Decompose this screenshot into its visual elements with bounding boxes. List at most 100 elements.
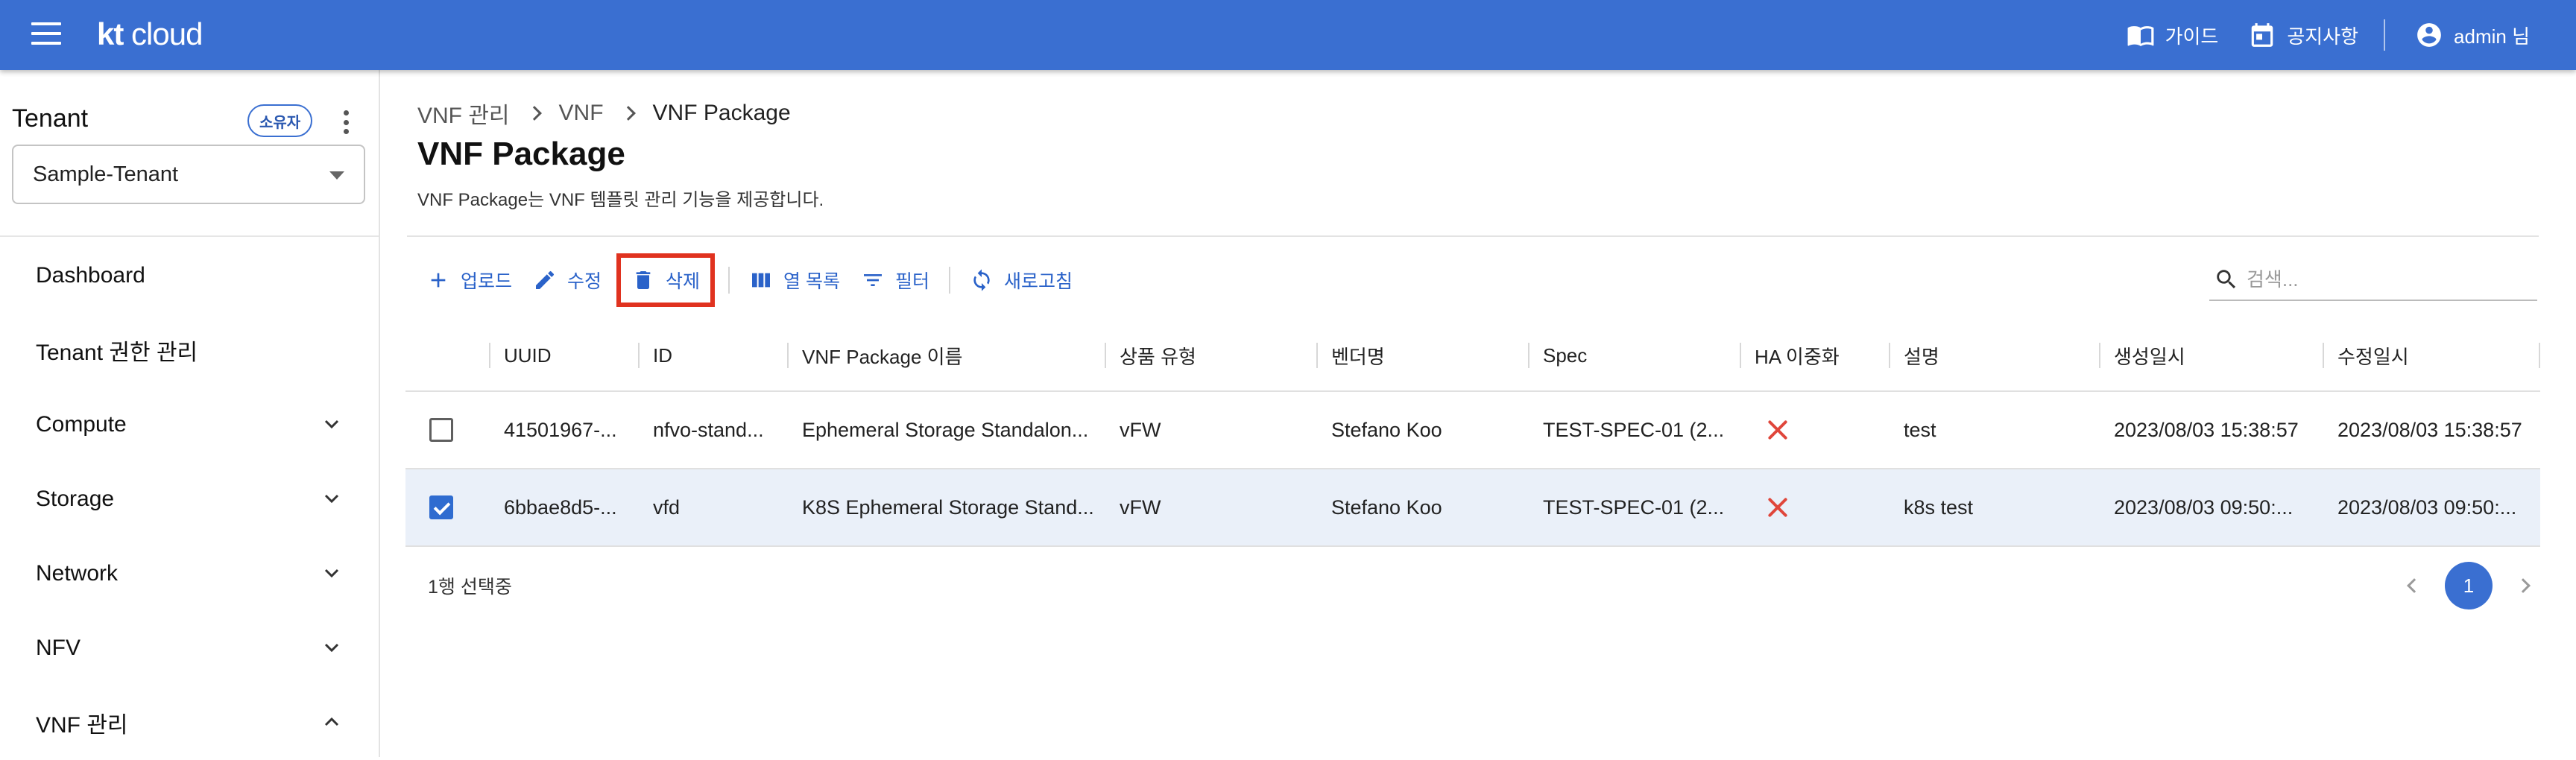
refresh-label: 새로고침 <box>1004 271 1073 292</box>
column-header-package-name[interactable]: VNF Package 이름 <box>802 320 962 390</box>
guide-link[interactable]: 가이드 <box>2127 21 2219 49</box>
top-app-bar: kt cloud 가이드 공지사항 admin 님 <box>0 0 2576 70</box>
column-separator <box>2539 343 2540 368</box>
chevron-down-icon <box>324 494 339 504</box>
column-separator <box>489 343 490 368</box>
column-header-uuid[interactable]: UUID <box>504 320 552 390</box>
chevron-right-icon <box>620 106 636 121</box>
filter-label: 필터 <box>895 271 930 292</box>
cell-description: k8s test <box>1904 495 1974 519</box>
chevron-left-icon[interactable] <box>2407 578 2422 593</box>
column-separator <box>2323 343 2324 368</box>
row-checkbox-checked[interactable] <box>429 495 453 519</box>
notice-label: 공지사항 <box>2287 25 2359 48</box>
column-separator <box>1740 343 1741 368</box>
delete-button[interactable]: 삭제 <box>616 253 716 307</box>
filter-button[interactable]: 필터 <box>850 256 940 304</box>
sidebar-item-storage[interactable]: Storage <box>0 462 379 536</box>
chevron-down-icon <box>324 643 339 653</box>
cell-id: nfvo-stand... <box>653 418 764 441</box>
column-header-vendor[interactable]: 벤더명 <box>1331 320 1385 390</box>
page-title: VNF Package <box>417 136 625 172</box>
sidebar-item-label: Compute <box>36 412 127 437</box>
column-separator <box>1889 343 1890 368</box>
breadcrumb-current: VNF Package <box>652 101 791 125</box>
toolbar: 업로드 수정 삭제 열 목록 필터 새로고침 <box>416 253 1083 307</box>
cell-uuid: 6bbae8d5-... <box>504 495 617 519</box>
upload-button[interactable]: 업로드 <box>416 256 523 304</box>
search-field[interactable] <box>2209 259 2537 301</box>
sidebar-item-nfv[interactable]: NFV <box>0 611 379 685</box>
row-checkbox[interactable] <box>429 418 453 442</box>
cell-spec: TEST-SPEC-01 (2... <box>1543 495 1725 519</box>
sidebar-item-compute[interactable]: Compute <box>0 387 379 462</box>
breadcrumb-item[interactable]: VNF 관리 <box>417 97 510 130</box>
cell-id: vfd <box>653 495 681 519</box>
sidebar-item-vnf-management[interactable]: VNF 관리 <box>0 685 379 760</box>
pencil-icon <box>536 270 555 289</box>
more-vert-icon[interactable] <box>335 107 356 137</box>
page-description: VNF Package는 VNF 템플릿 관리 기능을 제공합니다. <box>417 190 824 210</box>
table-footer: 1행 선택중 1 <box>405 547 2540 624</box>
search-icon <box>2217 270 2236 289</box>
tenant-select-value: Sample-Tenant <box>33 162 179 186</box>
menu-icon[interactable] <box>31 22 61 48</box>
column-header-modified[interactable]: 수정일시 <box>2337 320 2409 390</box>
filter-list-icon <box>864 274 882 286</box>
table-header: UUID ID VNF Package 이름 상품 유형 벤더명 Spec HA… <box>405 320 2540 392</box>
cell-ha <box>1767 392 1789 468</box>
dropdown-arrow-icon <box>329 171 344 180</box>
tenant-header: Tenant 소유자 <box>12 104 370 142</box>
column-header-product-type[interactable]: 상품 유형 <box>1120 320 1196 390</box>
column-header-id[interactable]: ID <box>653 320 672 390</box>
selection-count: 1행 선택중 <box>428 577 512 598</box>
kt-cloud-logo[interactable]: kt cloud <box>97 16 203 52</box>
cell-created: 2023/08/03 09:50:... <box>2114 495 2294 519</box>
sidebar-item-label: Tenant 권한 관리 <box>36 341 198 365</box>
pagination: 1 <box>2407 547 2531 624</box>
sidebar-item-network[interactable]: Network <box>0 536 379 611</box>
user-label: admin 님 <box>2454 25 2530 48</box>
guide-label: 가이드 <box>2165 25 2219 48</box>
cell-created: 2023/08/03 15:38:57 <box>2114 418 2299 441</box>
column-header-spec[interactable]: Spec <box>1543 320 1587 390</box>
edit-button[interactable]: 수정 <box>523 256 612 304</box>
close-icon <box>1767 496 1789 519</box>
breadcrumb: VNF 관리 VNF VNF Package <box>417 97 791 130</box>
column-separator <box>1528 343 1530 368</box>
columns-button[interactable]: 열 목록 <box>739 256 850 304</box>
tenant-select[interactable]: Sample-Tenant <box>12 145 365 204</box>
notice-link[interactable]: 공지사항 <box>2248 21 2358 49</box>
close-icon <box>1767 419 1789 441</box>
chevron-right-icon <box>526 106 542 121</box>
chevron-down-icon <box>324 419 339 429</box>
user-menu[interactable]: admin 님 <box>2415 21 2530 49</box>
sidebar-item-label: Dashboard <box>36 263 145 288</box>
sidebar-item-tenant-permissions[interactable]: Tenant 권한 관리 <box>0 313 379 387</box>
sidebar-item-label: Storage <box>36 487 115 511</box>
chevron-down-icon <box>324 569 339 578</box>
table-row[interactable]: 41501967-... nfvo-stand... Ephemeral Sto… <box>405 392 2540 469</box>
refresh-button[interactable]: 새로고침 <box>959 256 1083 304</box>
column-separator <box>787 343 789 368</box>
cell-uuid: 41501967-... <box>504 418 617 441</box>
upload-label: 업로드 <box>461 271 513 292</box>
sidebar-item-dashboard[interactable]: Dashboard <box>0 238 379 313</box>
delete-label: 삭제 <box>666 271 701 292</box>
account-circle-icon <box>2417 23 2441 47</box>
chevron-right-icon[interactable] <box>2516 578 2531 593</box>
page-number-button[interactable]: 1 <box>2445 562 2493 609</box>
owner-badge[interactable]: 소유자 <box>247 104 313 137</box>
row-checkbox-cell <box>429 469 453 545</box>
column-header-ha[interactable]: HA 이중화 <box>1755 320 1840 390</box>
cell-product-type: vFW <box>1120 418 1161 441</box>
search-input[interactable] <box>2247 267 2530 291</box>
column-header-created[interactable]: 생성일시 <box>2114 320 2185 390</box>
breadcrumb-item[interactable]: VNF <box>559 101 604 126</box>
table-row[interactable]: 6bbae8d5-... vfd K8S Ephemeral Storage S… <box>405 469 2540 547</box>
column-header-description[interactable]: 설명 <box>1904 320 1939 390</box>
chevron-up-icon <box>324 717 339 726</box>
cell-vendor: Stefano Koo <box>1331 495 1442 519</box>
toolbar-divider <box>728 267 730 294</box>
plus-icon <box>431 273 446 288</box>
